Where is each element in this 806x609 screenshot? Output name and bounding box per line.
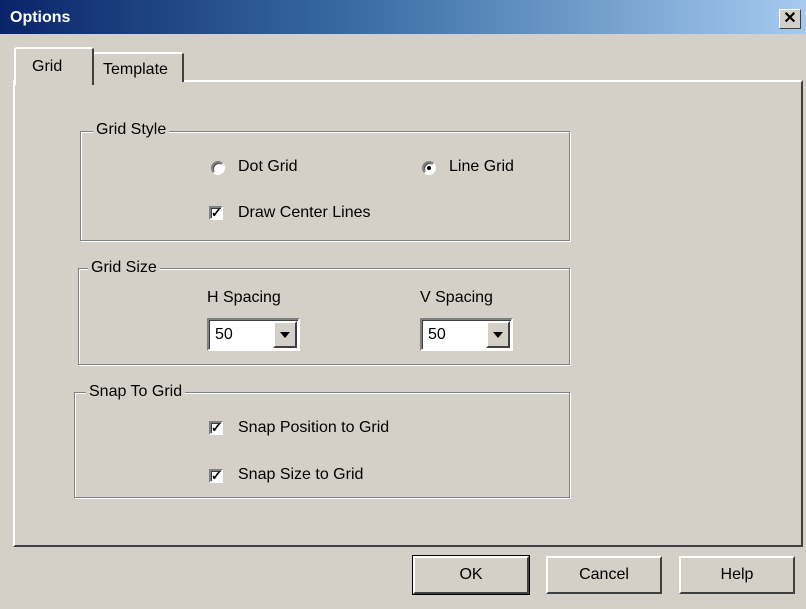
- tab-grid[interactable]: Grid: [14, 47, 94, 85]
- radio-selected-dot: [427, 166, 431, 170]
- grid-size-label: Grid Size: [88, 259, 160, 277]
- cancel-button[interactable]: Cancel: [546, 556, 662, 594]
- close-icon: ✕: [783, 10, 797, 27]
- help-button[interactable]: Help: [679, 556, 795, 594]
- v-spacing-combo[interactable]: 50: [420, 318, 513, 351]
- h-spacing-combo[interactable]: 50: [207, 318, 300, 351]
- dot-grid-label[interactable]: Dot Grid: [238, 158, 298, 176]
- chevron-down-icon: [280, 331, 290, 338]
- v-spacing-label: V Spacing: [420, 289, 493, 306]
- checkmark-icon: ✓: [211, 468, 222, 483]
- snap-size-checkbox[interactable]: ✓: [209, 469, 223, 483]
- grid-style-label: Grid Style: [93, 121, 170, 139]
- snap-position-checkbox[interactable]: ✓: [209, 421, 223, 435]
- snap-position-label[interactable]: Snap Position to Grid: [238, 419, 389, 437]
- ok-button[interactable]: OK: [412, 555, 530, 595]
- h-spacing-label: H Spacing: [207, 289, 281, 306]
- v-spacing-value: 50: [428, 326, 446, 343]
- title-bar[interactable]: Options ✕: [0, 0, 806, 34]
- draw-center-lines-label[interactable]: Draw Center Lines: [238, 204, 371, 222]
- window-title: Options: [10, 9, 71, 26]
- cancel-button-label: Cancel: [579, 566, 629, 583]
- snap-size-label[interactable]: Snap Size to Grid: [238, 466, 363, 484]
- draw-center-lines-checkbox[interactable]: ✓: [209, 206, 223, 220]
- h-spacing-value: 50: [215, 326, 233, 343]
- v-spacing-dropdown-button[interactable]: [486, 321, 510, 348]
- line-grid-radio[interactable]: [422, 161, 436, 175]
- h-spacing-dropdown-button[interactable]: [273, 321, 297, 348]
- checkmark-icon: ✓: [211, 420, 222, 435]
- checkmark-icon: ✓: [211, 205, 222, 220]
- options-dialog: Options ✕ Grid Template Grid Style Dot G…: [0, 0, 806, 609]
- tab-template-label: Template: [103, 61, 168, 78]
- tab-template[interactable]: Template: [92, 52, 184, 82]
- close-button[interactable]: ✕: [779, 9, 801, 29]
- snap-to-grid-label: Snap To Grid: [86, 383, 186, 401]
- tab-grid-label: Grid: [32, 58, 63, 75]
- dot-grid-radio[interactable]: [211, 161, 225, 175]
- ok-button-label: OK: [459, 566, 483, 583]
- chevron-down-icon: [493, 331, 503, 338]
- line-grid-label[interactable]: Line Grid: [449, 158, 514, 176]
- grid-style-group: [80, 131, 570, 241]
- help-button-label: Help: [720, 566, 754, 583]
